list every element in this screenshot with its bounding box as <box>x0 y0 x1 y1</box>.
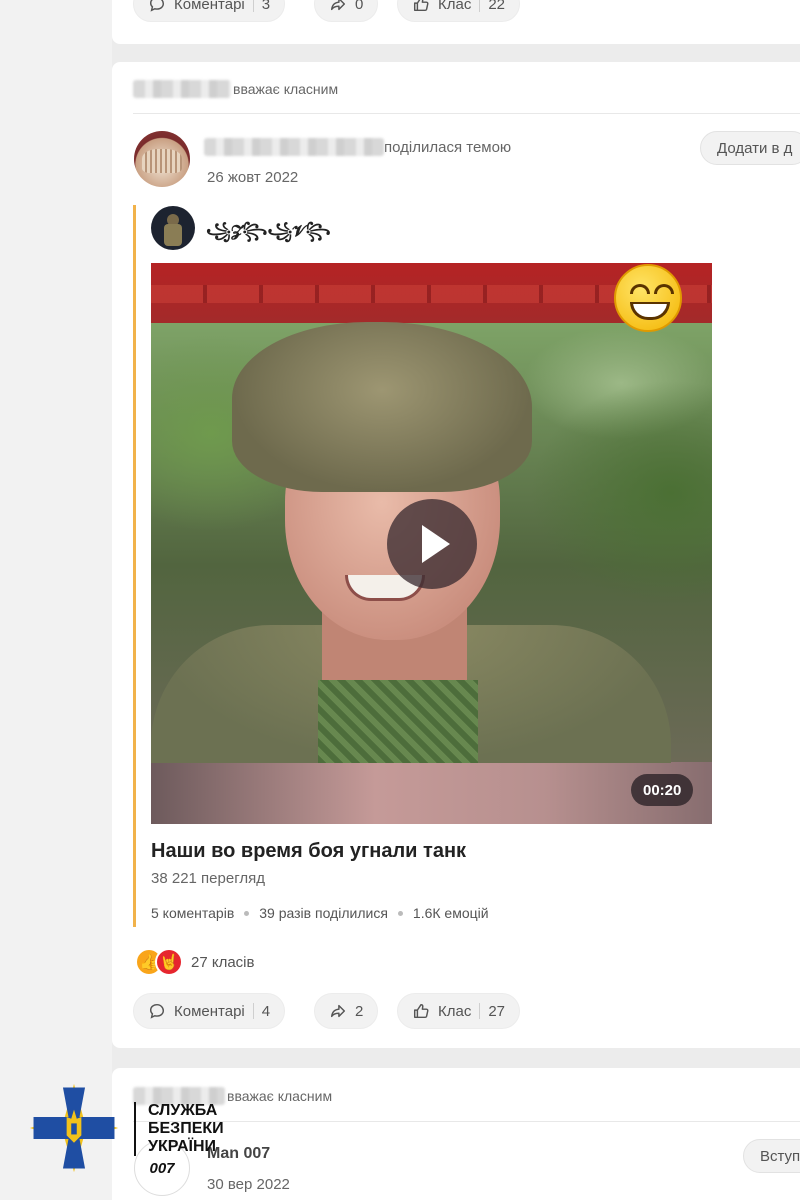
comment-icon <box>149 0 165 12</box>
avatar-image <box>164 224 182 246</box>
comments-count: 3 <box>261 0 271 13</box>
video-subject-hat <box>232 322 532 492</box>
comment-icon <box>149 1003 165 1019</box>
shares-count: 2 <box>355 1002 364 1020</box>
thumbs-up-icon <box>413 1003 429 1019</box>
divider <box>133 113 800 114</box>
divider <box>479 1003 481 1019</box>
shared-accent-bar <box>133 205 136 927</box>
shares-count: 0 <box>355 0 364 13</box>
share-arrow-icon <box>330 1004 346 1018</box>
left-column <box>0 0 112 1200</box>
author-action: поділилася темою <box>384 138 512 156</box>
class-label: Клас <box>438 0 472 13</box>
shared-stats: 5 коментарів 39 разів поділилися 1.6К ем… <box>151 905 489 921</box>
blurred-author-name[interactable] <box>204 138 384 156</box>
share-arrow-icon <box>330 0 346 11</box>
reactions-summary[interactable]: 👍 🤘 27 класів <box>135 948 254 976</box>
smiley-emoji-icon <box>614 264 682 332</box>
class-button[interactable]: Клас 22 <box>397 0 521 22</box>
video-bottom-band <box>151 762 712 824</box>
dot-separator <box>397 910 403 916</box>
avatar-image <box>142 149 182 173</box>
comments-button[interactable]: Коментарі 4 <box>133 993 286 1029</box>
class-count: 27 <box>488 1002 506 1020</box>
video-subject-collar <box>318 680 478 763</box>
comments-label: Коментарі <box>174 1002 245 1020</box>
share-button[interactable]: 2 <box>314 993 379 1029</box>
class-count: 22 <box>488 0 506 13</box>
divider <box>133 1121 800 1122</box>
sbu-line-2: БЕЗПЕКИ <box>148 1120 224 1137</box>
video-title[interactable]: Наши во время боя угнали танк <box>151 840 466 863</box>
author-line: поділилася темою <box>204 138 511 156</box>
video-views: 38 221 перегляд <box>151 870 265 887</box>
group-name[interactable]: ꧁𝓩꧂꧁𝓥꧂ <box>206 218 331 251</box>
liked-by-line: вважає класним <box>133 80 338 98</box>
video-duration: 00:20 <box>631 774 694 806</box>
comments-button[interactable]: Коментарі 3 <box>133 0 286 22</box>
author-avatar[interactable] <box>134 131 190 187</box>
join-button[interactable]: Вступ <box>743 1139 800 1173</box>
stats-emotions[interactable]: 1.6К емоцій <box>413 905 489 921</box>
rock-reaction-icon: 🤘 <box>155 948 183 976</box>
sbu-line-3: УКРАЇНИ <box>148 1138 217 1155</box>
post-date[interactable]: 26 жовт 2022 <box>207 169 298 186</box>
group-avatar[interactable] <box>151 206 195 250</box>
sbu-line-1: СЛУЖБА <box>148 1102 218 1119</box>
play-icon[interactable] <box>387 499 477 589</box>
divider <box>252 0 254 12</box>
blurred-user-name[interactable] <box>133 80 231 98</box>
emoji-mouth <box>630 302 670 320</box>
stats-comments[interactable]: 5 коментарів <box>151 905 234 921</box>
liked-by-text: вважає класним <box>233 81 339 97</box>
thumbs-up-icon <box>413 0 429 12</box>
divider <box>479 0 481 12</box>
stats-shares[interactable]: 39 разів поділилися <box>259 905 388 921</box>
divider <box>252 1003 254 1019</box>
class-label: Клас <box>438 1002 472 1020</box>
add-button[interactable]: Додати в д <box>700 131 800 165</box>
share-button[interactable]: 0 <box>314 0 379 22</box>
post-date[interactable]: 30 вер 2022 <box>207 1176 290 1193</box>
class-button[interactable]: Клас 27 <box>397 993 521 1029</box>
reactions-count: 27 класів <box>191 953 255 971</box>
liked-by-text: вважає класним <box>227 1088 333 1104</box>
sbu-emblem-icon <box>29 1083 119 1173</box>
comments-count: 4 <box>261 1002 271 1020</box>
dot-separator <box>244 910 250 916</box>
comments-label: Коментарі <box>174 0 245 13</box>
sbu-watermark-text: СЛУЖБА БЕЗПЕКИ УКРАЇНИ <box>134 1102 224 1156</box>
